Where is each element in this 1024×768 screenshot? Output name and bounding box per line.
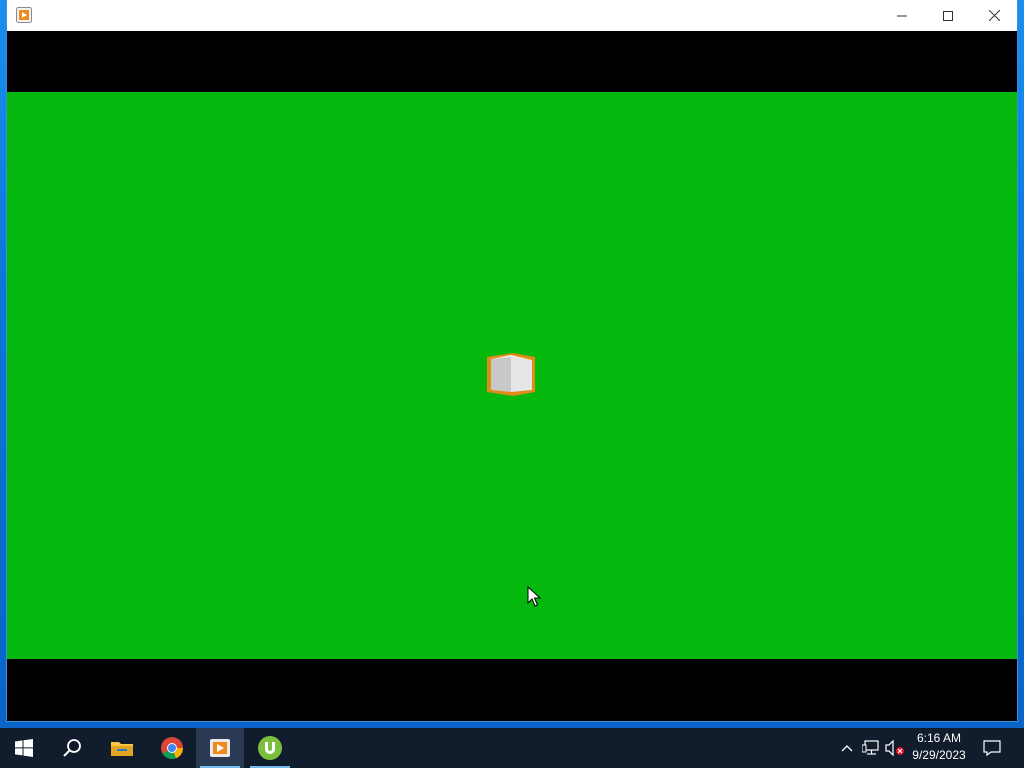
maximize-icon [943, 10, 953, 21]
cube-object [487, 353, 535, 396]
media-player-window [7, 0, 1017, 721]
taskbar: 6:16 AM 9/29/2023 [0, 728, 1024, 768]
notification-icon [983, 740, 1001, 756]
media-player-icon [16, 7, 32, 23]
utorrent-button[interactable] [246, 728, 294, 768]
chrome-button[interactable] [148, 728, 196, 768]
folder-icon [111, 742, 133, 756]
search-button[interactable] [48, 728, 96, 768]
chrome-icon [161, 737, 184, 760]
network-button[interactable] [860, 728, 882, 768]
video-frame[interactable] [7, 92, 1017, 659]
clock-time: 6:16 AM [916, 731, 962, 745]
network-icon [862, 740, 879, 755]
windows-icon [15, 739, 33, 757]
maximize-button[interactable] [925, 0, 971, 31]
clock-date: 9/29/2023 [912, 748, 966, 762]
clock[interactable]: 6:16 AM 9/29/2023 [906, 730, 972, 766]
search-icon [63, 739, 81, 757]
mouse-cursor-icon [527, 586, 541, 607]
action-center-button[interactable] [978, 728, 1006, 768]
video-letterbox-bottom [7, 659, 1017, 721]
media-player-icon [210, 739, 230, 757]
close-button[interactable] [971, 0, 1017, 31]
volume-button[interactable] [884, 728, 906, 768]
volume-muted-icon [885, 740, 904, 756]
utorrent-icon [258, 736, 282, 760]
video-letterbox-top [7, 31, 1017, 92]
minimize-button[interactable] [879, 0, 925, 31]
chevron-up-icon [841, 745, 853, 752]
minimize-icon [897, 15, 907, 16]
close-icon [988, 10, 1000, 21]
media-player-taskbar-button[interactable] [196, 728, 244, 768]
title-bar[interactable] [7, 0, 1017, 31]
start-button[interactable] [0, 728, 48, 768]
show-hidden-icons-button[interactable] [838, 728, 856, 768]
file-explorer-button[interactable] [98, 728, 146, 768]
